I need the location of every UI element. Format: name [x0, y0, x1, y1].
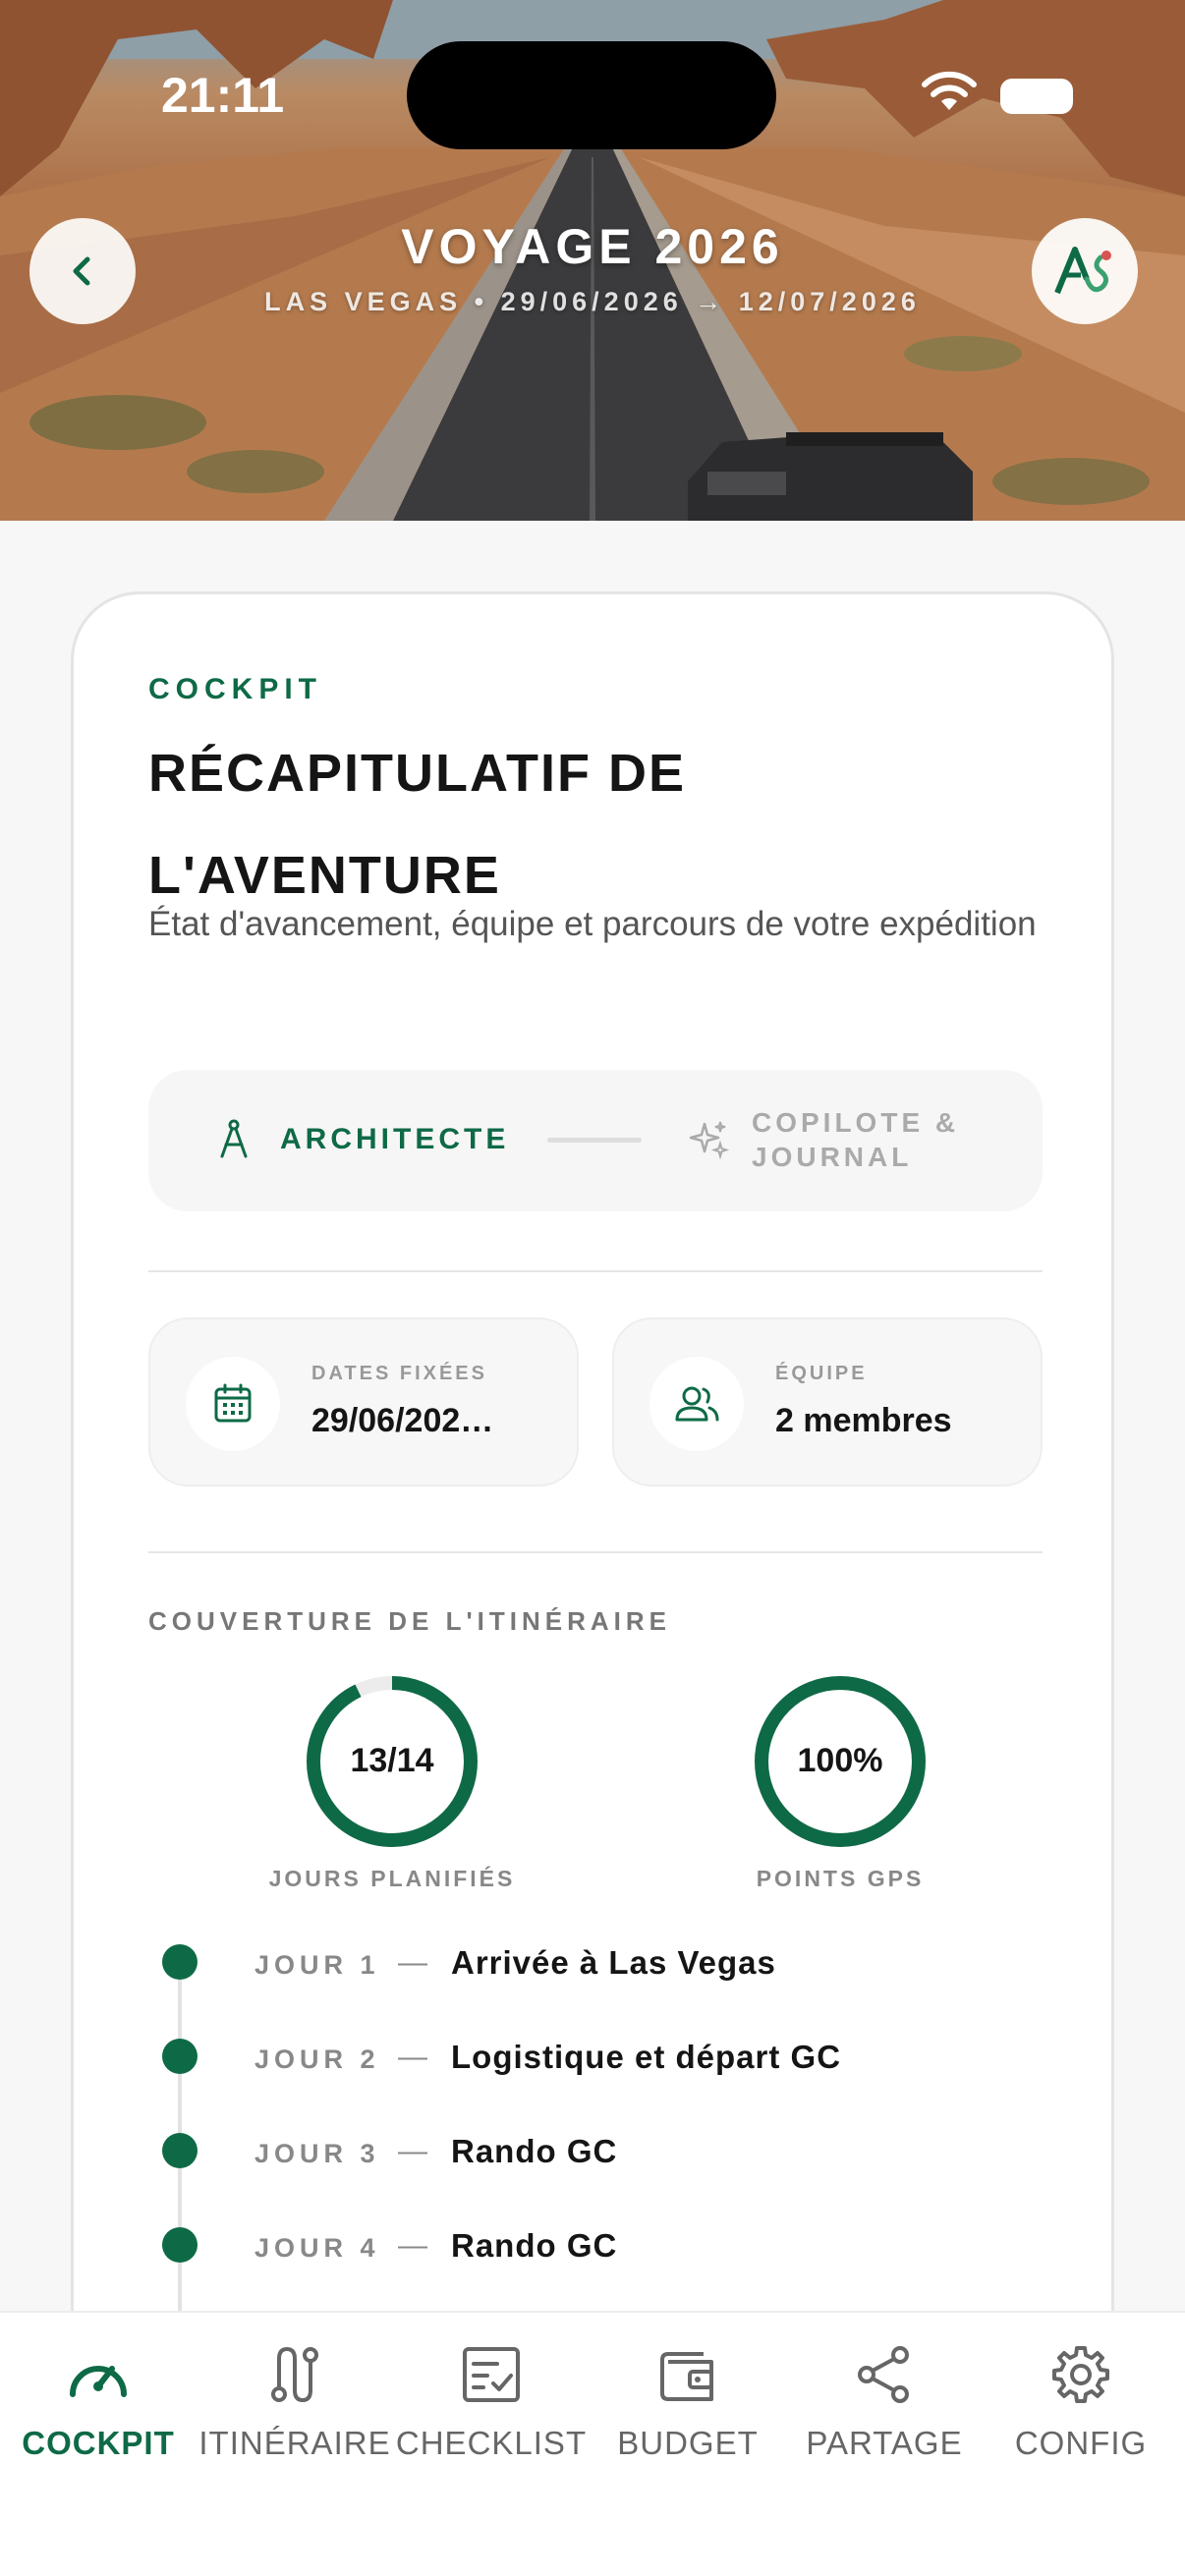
divider: [148, 1551, 1043, 1553]
tab-itineraire-label: ITINÉRAIRE: [198, 2425, 391, 2461]
timeline-dot: [162, 2039, 198, 2074]
tab-budget[interactable]: BUDGET: [590, 2340, 786, 2478]
app-logo-icon: [1054, 247, 1111, 295]
divider: [148, 1270, 1043, 1272]
battery-icon: [1000, 79, 1073, 114]
wallet-icon: [660, 2352, 713, 2401]
dates-box[interactable]: DATES FIXÉES 29/06/202…: [148, 1317, 579, 1486]
users-icon-wrap: [649, 1357, 744, 1451]
timeline-separator: —: [398, 1946, 427, 1979]
timeline-day-title[interactable]: Rando GC: [451, 2133, 617, 2170]
trip-title: VOYAGE 2026: [401, 219, 784, 274]
team-value: 2 membres: [775, 1402, 952, 1439]
timeline-day-label: JOUR 3: [254, 2139, 380, 2168]
tab-cockpit[interactable]: COCKPIT: [0, 2340, 197, 2478]
mode-architecte-label: ARCHITECTE: [280, 1123, 510, 1155]
route-icon: [271, 2346, 318, 2403]
timeline-separator: —: [398, 2135, 427, 2167]
gps-progress-caption: POINTS GPS: [756, 1866, 925, 1891]
users-icon: [675, 1386, 719, 1422]
bottom-tab-bar: COCKPIT ITINÉRAIRE CHECKLIST BUDGET PART…: [0, 2311, 1185, 2576]
speedometer-icon: [70, 2366, 127, 2397]
timeline-day-title[interactable]: Rando GC: [451, 2227, 617, 2265]
checklist-icon: [463, 2347, 520, 2402]
timeline-day-title[interactable]: Logistique et départ GC: [451, 2039, 841, 2076]
timeline-dot: [162, 1944, 198, 1980]
days-progress-caption: JOURS PLANIFIÉS: [268, 1866, 516, 1891]
compass-icon: [220, 1119, 248, 1158]
calendar-icon-wrap: [186, 1357, 280, 1451]
timeline-day-label: JOUR 4: [254, 2233, 380, 2263]
card-title: RÉCAPITULATIF DE L'AVENTURE: [148, 744, 686, 905]
timeline-day-title[interactable]: Arrivée à Las Vegas: [451, 1944, 776, 1982]
gear-icon: [1052, 2346, 1109, 2403]
card-description: État d'avancement, équipe et parcours de…: [148, 905, 1037, 943]
calendar-icon: [214, 1383, 252, 1423]
mode-architecte-tab[interactable]: ARCHITECTE: [217, 1119, 509, 1160]
tab-config-label: CONFIG: [1014, 2425, 1148, 2461]
dates-value: 29/06/202…: [311, 1402, 494, 1439]
tab-partage[interactable]: PARTAGE: [786, 2340, 983, 2478]
tab-checklist-label: CHECKLIST: [395, 2425, 588, 2461]
coverage-label: COUVERTURE DE L'ITINÉRAIRE: [148, 1606, 671, 1636]
team-box[interactable]: ÉQUIPE 2 membres: [612, 1317, 1043, 1486]
tab-itineraire[interactable]: ITINÉRAIRE: [197, 2340, 393, 2478]
timeline-separator: —: [398, 2229, 427, 2262]
tab-cockpit-label: COCKPIT: [22, 2425, 175, 2461]
hero-banner: 21:11 VOYAGE 2026 LAS VEGAS • 29/06/2026…: [0, 0, 1185, 521]
mode-copilote-label: COPILOTE & JOURNAL: [752, 1107, 960, 1172]
wifi-icon: [922, 71, 977, 110]
tab-config[interactable]: CONFIG: [983, 2340, 1179, 2478]
timeline-day-label: JOUR 2: [254, 2044, 380, 2074]
tab-budget-label: BUDGET: [617, 2425, 759, 2461]
cockpit-card: COCKPIT RÉCAPITULATIF DE L'AVENTURE État…: [71, 591, 1114, 2371]
status-time: 21:11: [161, 68, 285, 123]
dates-label: DATES FIXÉES: [311, 1363, 487, 1384]
section-eyebrow: COCKPIT: [148, 673, 322, 705]
timeline-separator: —: [398, 2041, 427, 2073]
days-progress-value: 13/14: [350, 1742, 434, 1779]
trip-subtitle: LAS VEGAS • 29/06/2026 → 12/07/2026: [264, 287, 921, 316]
dynamic-island: [407, 41, 776, 149]
timeline-dot: [162, 2133, 198, 2168]
team-label: ÉQUIPE: [775, 1363, 868, 1384]
mode-connector: [547, 1138, 642, 1143]
tab-checklist[interactable]: CHECKLIST: [393, 2340, 590, 2478]
gps-progress-value: 100%: [797, 1742, 883, 1779]
mode-copilote-tab[interactable]: COPILOTE & JOURNAL: [687, 1105, 988, 1174]
tab-partage-label: PARTAGE: [806, 2425, 963, 2461]
app-logo-button[interactable]: [1032, 218, 1138, 324]
mode-switcher: ARCHITECTE COPILOTE & JOURNAL: [148, 1070, 1043, 1211]
timeline-dot: [162, 2227, 198, 2263]
share-icon: [858, 2346, 909, 2403]
sparkles-icon: [689, 1121, 730, 1160]
timeline-day-label: JOUR 1: [254, 1950, 380, 1980]
